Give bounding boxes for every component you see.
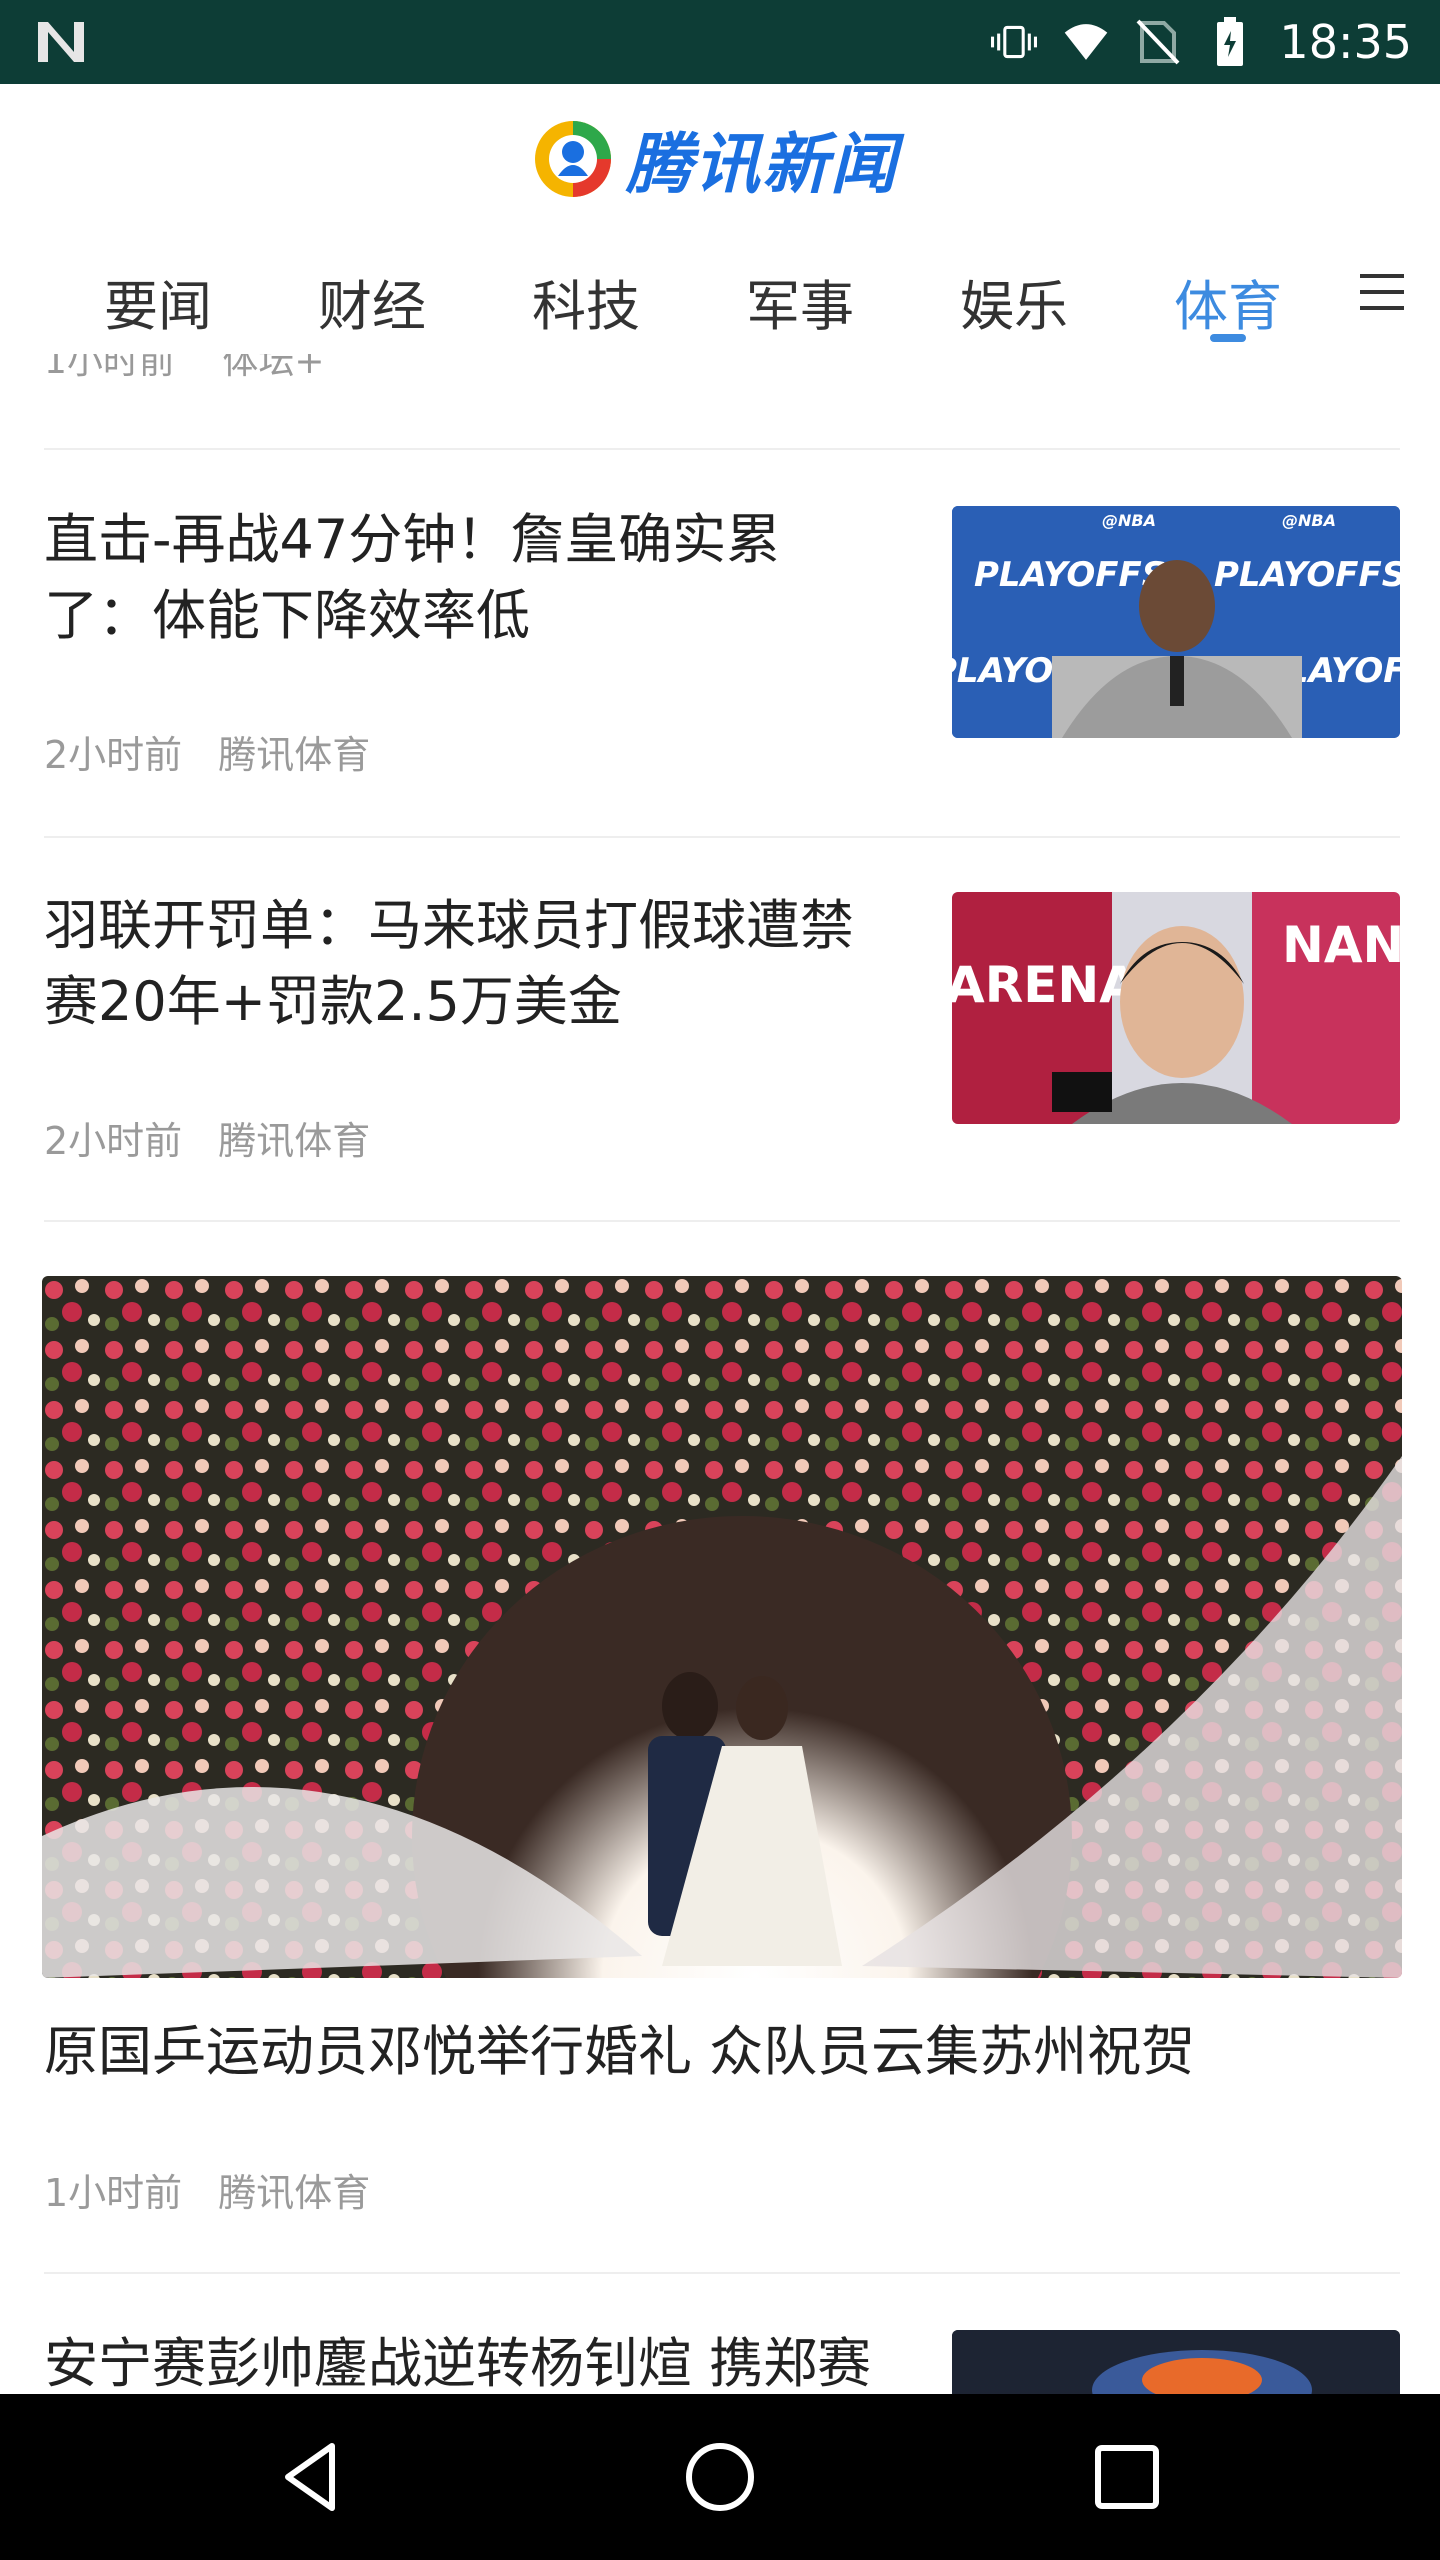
item-source: 体坛+ — [222, 354, 325, 382]
tab-yaowen[interactable]: 要闻 — [68, 262, 248, 341]
item-thumbnail: ARENA NANG — [952, 892, 1400, 1124]
item-time: 2小时前 — [44, 1119, 183, 1163]
home-icon[interactable] — [677, 2434, 763, 2520]
recents-icon[interactable] — [1084, 2434, 1170, 2520]
news-feed[interactable]: 1小时前 体坛+ 直击-再战47分钟！詹皇确实累 了：体能下降效率低 2小时前 … — [0, 354, 1440, 2394]
item-source: 腾讯体育 — [218, 733, 371, 777]
tencent-news-logo-icon — [535, 121, 611, 197]
tab-junshi[interactable]: 军事 — [710, 262, 890, 341]
tab-keji[interactable]: 科技 — [496, 262, 676, 341]
svg-text:@NBA: @NBA — [1282, 511, 1336, 530]
svg-text:@NBA: @NBA — [1102, 511, 1156, 530]
tab-yule[interactable]: 娱乐 — [924, 262, 1104, 341]
svg-text:ARENA: ARENA — [952, 956, 1138, 1014]
item-time: 1小时前 — [44, 2171, 183, 2215]
no-sim-icon — [1135, 19, 1181, 65]
n-icon — [34, 18, 88, 66]
svg-text:NANG: NANG — [1282, 916, 1400, 974]
app-logo[interactable]: 腾讯新闻 — [530, 114, 898, 204]
item-time: 1小时前 — [44, 354, 175, 382]
item-large-image — [42, 1276, 1402, 1978]
active-tab-indicator — [1210, 334, 1246, 342]
item-source: 腾讯体育 — [218, 2171, 371, 2215]
divider — [44, 2272, 1400, 2274]
item-thumbnail: PLAYOFFS PLAYOFFS PLAYOFFS PLAYOFFS @NBA… — [952, 506, 1400, 738]
svg-text:PLAYOFFS: PLAYOFFS — [974, 555, 1166, 595]
item-meta: 2小时前 腾讯体育 — [44, 1110, 370, 1165]
item-meta: 2小时前 腾讯体育 — [44, 724, 370, 779]
tab-tiyu[interactable]: 体育 — [1138, 262, 1318, 341]
channel-tabs: 要闻 财经 科技 军事 娱乐 体育 — [0, 234, 1440, 354]
vibrate-icon — [991, 19, 1038, 65]
divider — [44, 836, 1400, 838]
divider — [44, 1220, 1400, 1222]
wifi-icon — [1063, 19, 1109, 65]
status-bar: 18:35 — [0, 0, 1440, 84]
item-meta: 1小时前 腾讯体育 — [44, 2162, 370, 2217]
divider — [44, 448, 1400, 450]
item-source: 腾讯体育 — [218, 1119, 371, 1163]
app-name: 腾讯新闻 — [626, 126, 898, 203]
item-title: 直击-再战47分钟！詹皇确实累 了：体能下降效率低 — [44, 508, 781, 647]
menu-icon[interactable] — [1354, 264, 1410, 320]
item-title: 羽联开罚单：马来球员打假球遭禁 赛20年+罚款2.5万美金 — [44, 894, 854, 1033]
item-title: 安宁赛彭帅鏖战逆转杨钊煊 携郑赛 — [44, 2332, 872, 2394]
status-time: 18:35 — [1279, 15, 1412, 69]
app-header: 腾讯新闻 — [0, 84, 1440, 234]
system-nav-bar — [0, 2394, 1440, 2560]
back-icon[interactable] — [270, 2434, 356, 2520]
list-item-meta: 1小时前 体坛+ — [44, 354, 325, 384]
svg-text:PLAYOFFS: PLAYOFFS — [1214, 555, 1400, 595]
item-title: 原国乒运动员邓悦举行婚礼 众队员云集苏州祝贺 — [44, 2020, 1196, 2083]
item-thumbnail — [952, 2330, 1400, 2394]
battery-icon — [1207, 17, 1253, 66]
tab-caijing[interactable]: 财经 — [282, 262, 462, 341]
item-time: 2小时前 — [44, 733, 183, 777]
